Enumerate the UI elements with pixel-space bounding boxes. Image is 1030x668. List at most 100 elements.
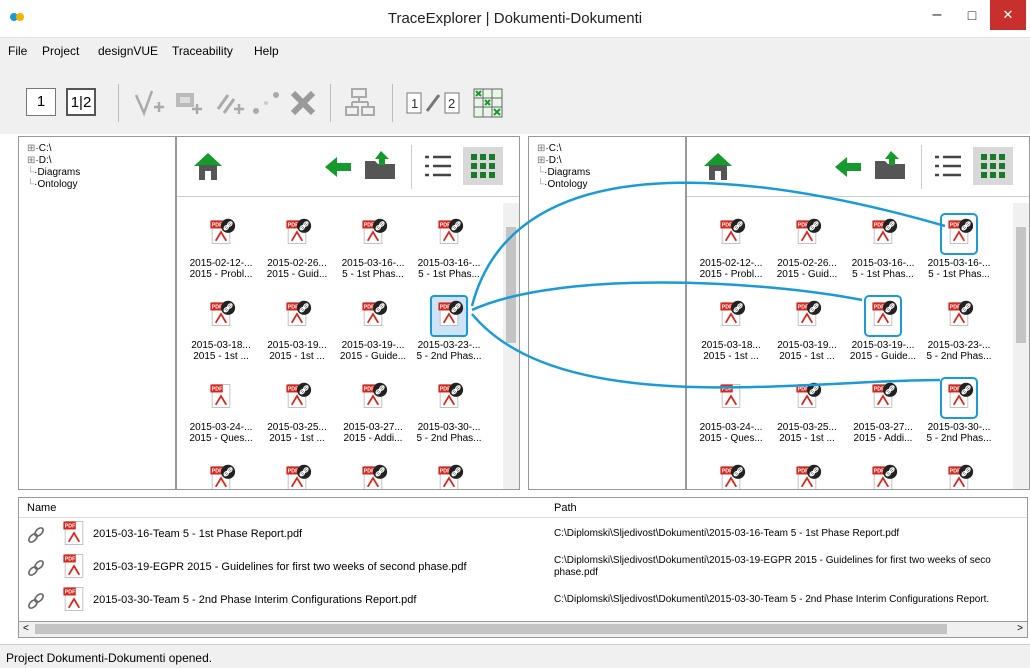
scroll-thumb[interactable] — [1016, 227, 1026, 343]
tree-node-c[interactable]: ⊞·C:\ — [27, 143, 175, 155]
minimize-button[interactable]: – — [920, 0, 954, 30]
file-item[interactable]: PDF — [335, 457, 411, 489]
up-folder-icon[interactable] — [873, 149, 907, 181]
file-item[interactable]: PDF 2015-03-16-... 5 - 1st Phas... — [335, 211, 411, 293]
delete-icon[interactable] — [285, 85, 321, 121]
menu-help[interactable]: Help — [254, 44, 279, 58]
maximize-button[interactable]: □ — [955, 0, 989, 30]
file-item[interactable]: PDF 2015-03-25... 2015 - 1st ... — [259, 375, 335, 457]
file-item[interactable]: PDF 2015-03-19... 2015 - 1st ... — [769, 293, 845, 375]
file-item[interactable]: PDF — [183, 457, 259, 489]
back-arrow-icon[interactable] — [833, 155, 863, 179]
list-view-icon[interactable] — [423, 153, 453, 179]
scroll-thumb[interactable] — [506, 227, 516, 343]
menu-designvue[interactable]: designVUE — [98, 44, 158, 58]
file-item[interactable]: PDF — [411, 457, 487, 489]
file-item[interactable]: PDF 2015-03-24-... 2015 - Ques... — [693, 375, 769, 457]
file-item[interactable]: PDF 2015-03-16-... 5 - 1st Phas... — [411, 211, 487, 293]
file-item[interactable]: PDF 2015-02-26... 2015 - Guid... — [769, 211, 845, 293]
tree-node-d[interactable]: ⊞·D:\ — [27, 155, 175, 167]
file-name-line2: 2015 - Ques... — [189, 433, 253, 444]
grid-view-button[interactable] — [973, 147, 1013, 185]
file-item[interactable]: PDF 2015-03-18... 2015 - 1st ... — [183, 293, 259, 375]
file-name-line1: 2015-03-18... — [701, 340, 761, 351]
home-icon[interactable] — [701, 149, 735, 183]
file-name-line1: 2015-03-30-... — [417, 422, 481, 433]
menu-traceability[interactable]: Traceability — [172, 44, 233, 58]
scroll-right-icon[interactable]: > — [1017, 623, 1023, 634]
add-element-icon[interactable] — [170, 85, 206, 121]
list-horizontal-scrollbar[interactable]: < > — [18, 622, 1028, 638]
file-item[interactable]: PDF — [259, 457, 335, 489]
pdf-file-icon: PDF — [286, 382, 312, 408]
file-name-line1: 2015-03-25... — [777, 422, 837, 433]
list-item[interactable]: PDF 2015-03-30-Team 5 - 2nd Phase Interim… — [19, 584, 1027, 617]
file-item[interactable]: PDF — [693, 457, 769, 489]
file-item[interactable]: PDF 2015-03-30-... 5 - 2nd Phas... — [921, 375, 997, 457]
file-name-line1: 2015-03-24-... — [189, 422, 253, 433]
single-view-button[interactable]: 1 — [26, 88, 56, 116]
list-item[interactable]: PDF 2015-03-16-Team 5 - 1st Phase Report.… — [19, 518, 1027, 551]
file-item[interactable]: PDF — [921, 457, 997, 489]
file-item[interactable]: PDF 2015-03-27... 2015 - Addi... — [845, 375, 921, 457]
pdf-file-icon: PDF — [362, 382, 388, 408]
right-file-grid: PDF 2015-02-12-... 2015 - Probl... PDF 2015-… — [687, 203, 1013, 489]
list-view-icon[interactable] — [933, 153, 963, 179]
grid-view-button[interactable] — [463, 147, 503, 185]
tree-node-ontology[interactable]: └·Ontology — [27, 179, 175, 191]
up-folder-icon[interactable] — [363, 149, 397, 181]
file-item[interactable]: PDF 2015-03-27... 2015 - Addi... — [335, 375, 411, 457]
file-item[interactable]: PDF 2015-03-19-... 2015 - Guide... — [845, 293, 921, 375]
file-name-line1: 2015-02-26... — [777, 258, 837, 269]
add-trace-icon[interactable] — [132, 85, 168, 121]
tree-node-diagrams[interactable]: └·Diagrams — [537, 167, 685, 179]
title-bar: TraceExplorer | Dokumenti-Dokumenti – □ … — [0, 0, 1030, 38]
connect-icon[interactable] — [248, 85, 284, 121]
file-item[interactable]: PDF — [769, 457, 845, 489]
hierarchy-icon[interactable] — [342, 85, 378, 121]
matrix-icon[interactable] — [470, 85, 506, 121]
file-name-line2: 5 - 1st Phas... — [928, 269, 990, 280]
file-item[interactable]: PDF 2015-03-19... 2015 - 1st ... — [259, 293, 335, 375]
add-link-icon[interactable] — [210, 85, 246, 121]
file-item[interactable]: PDF 2015-02-12-... 2015 - Probl... — [183, 211, 259, 293]
file-name-line1: 2015-03-24-... — [699, 422, 763, 433]
file-item[interactable]: PDF 2015-02-26... 2015 - Guid... — [259, 211, 335, 293]
menu-file[interactable]: File — [8, 44, 27, 58]
tree-node-c[interactable]: ⊞·C:\ — [537, 143, 685, 155]
pdf-file-icon: PDF — [63, 554, 84, 578]
file-item[interactable]: PDF 2015-03-18... 2015 - 1st ... — [693, 293, 769, 375]
pdf-file-icon: PDF — [720, 464, 746, 489]
pdf-file-icon: PDF — [796, 464, 822, 489]
tree-node-ontology[interactable]: └·Ontology — [537, 179, 685, 191]
list-item-path: C:\Diplomski\Sljedivost\Dokumenti\2015-0… — [554, 528, 900, 539]
right-scrollbar[interactable] — [1013, 203, 1029, 489]
file-item[interactable]: PDF 2015-03-16-... 5 - 1st Phas... — [921, 211, 997, 293]
file-item[interactable]: PDF 2015-03-16-... 5 - 1st Phas... — [845, 211, 921, 293]
scroll-left-icon[interactable]: < — [23, 623, 29, 634]
back-arrow-icon[interactable] — [323, 155, 353, 179]
tree-node-diagrams[interactable]: └·Diagrams — [27, 167, 175, 179]
column-header-name[interactable]: Name — [27, 502, 56, 514]
close-button[interactable]: ✕ — [990, 0, 1026, 30]
file-item[interactable]: PDF 2015-03-19-... 2015 - Guide... — [335, 293, 411, 375]
left-folder-tree: ⊞·C:\ ⊞·D:\ └·Diagrams └·Ontology — [18, 136, 176, 490]
file-item[interactable]: PDF — [845, 457, 921, 489]
file-item[interactable]: PDF 2015-03-23-... 5 - 2nd Phas... — [921, 293, 997, 375]
column-header-path[interactable]: Path — [554, 502, 577, 514]
scroll-thumb[interactable] — [35, 624, 947, 634]
link-two-views-icon[interactable]: 12 — [405, 85, 461, 121]
split-view-button[interactable]: 1|2 — [66, 88, 96, 116]
file-item[interactable]: PDF 2015-03-30-... 5 - 2nd Phas... — [411, 375, 487, 457]
menu-project[interactable]: Project — [42, 44, 79, 58]
left-scrollbar[interactable] — [503, 203, 519, 489]
home-icon[interactable] — [191, 149, 225, 183]
file-item[interactable]: PDF 2015-03-25... 2015 - 1st ... — [769, 375, 845, 457]
file-item[interactable]: PDF 2015-03-24-... 2015 - Ques... — [183, 375, 259, 457]
list-item[interactable]: PDF 2015-03-19-EGPR 2015 - Guidelines for… — [19, 551, 1027, 584]
file-name-line2: 2015 - Guid... — [776, 269, 838, 280]
link-icon — [28, 593, 44, 609]
tree-node-d[interactable]: ⊞·D:\ — [537, 155, 685, 167]
file-item[interactable]: PDF 2015-03-23-... 5 - 2nd Phas... — [411, 293, 487, 375]
file-item[interactable]: PDF 2015-02-12-... 2015 - Probl... — [693, 211, 769, 293]
